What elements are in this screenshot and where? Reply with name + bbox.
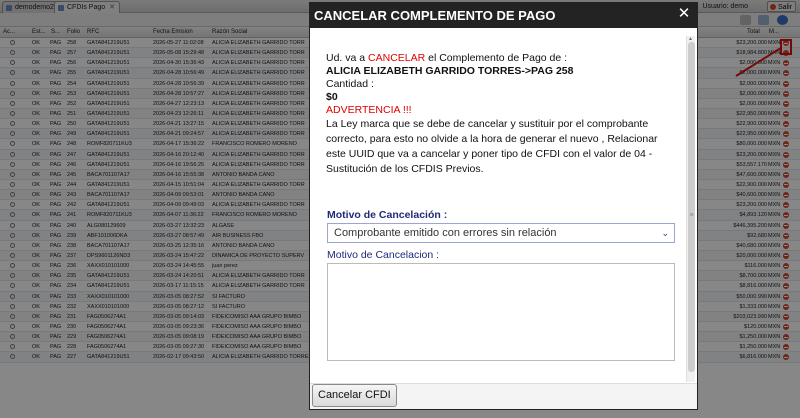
cancel-payment-dialog: CANCELAR COMPLEMENTO DE PAGO ✕ Ud. va a … bbox=[309, 2, 698, 410]
dialog-scrollbar[interactable]: ▲ ≡ bbox=[686, 36, 695, 382]
client-name: ALICIA ELIZABETH GARRIDO TORRES->PAG 258 bbox=[326, 65, 574, 77]
cantidad-label: Cantidad : bbox=[326, 78, 374, 90]
cantidad-value: $0 bbox=[326, 91, 338, 103]
dialog-body: Ud. va a CANCELAR el Complemento de Pago… bbox=[310, 28, 697, 383]
intro-action: CANCELAR bbox=[368, 52, 426, 64]
cancel-cfdi-button[interactable]: Cancelar CFDI bbox=[312, 384, 397, 407]
scrollbar-thumb[interactable] bbox=[688, 42, 695, 372]
intro-line: Ud. va a CANCELAR el Complemento de Pago… bbox=[326, 52, 676, 65]
chevron-down-icon: ⌄ bbox=[661, 228, 669, 238]
motivo-textarea[interactable] bbox=[327, 263, 675, 361]
intro-suffix: el Complemento de Pago de : bbox=[425, 52, 568, 64]
motivo-select[interactable]: Comprobante emitido con errores sin rela… bbox=[327, 223, 675, 243]
motivo-select-value: Comprobante emitido con errores sin rela… bbox=[334, 227, 557, 239]
motivo-text-label: Motivo de Cancelacion : bbox=[327, 249, 440, 261]
motivo-select-label: Motivo de Cancelación : bbox=[327, 209, 448, 221]
scrollbar-grip-icon: ≡ bbox=[689, 212, 694, 219]
dialog-title: CANCELAR COMPLEMENTO DE PAGO bbox=[310, 3, 697, 28]
intro-prefix: Ud. va a bbox=[326, 52, 369, 64]
dialog-footer: Cancelar CFDI bbox=[310, 383, 697, 409]
warning-title: ADVERTENCIA !!! bbox=[326, 104, 412, 116]
dialog-message: Ud. va a CANCELAR el Complemento de Pago… bbox=[326, 52, 676, 177]
close-icon[interactable]: ✕ bbox=[677, 6, 691, 21]
warning-text: La Ley marca que se debe de cancelar y s… bbox=[326, 118, 658, 175]
